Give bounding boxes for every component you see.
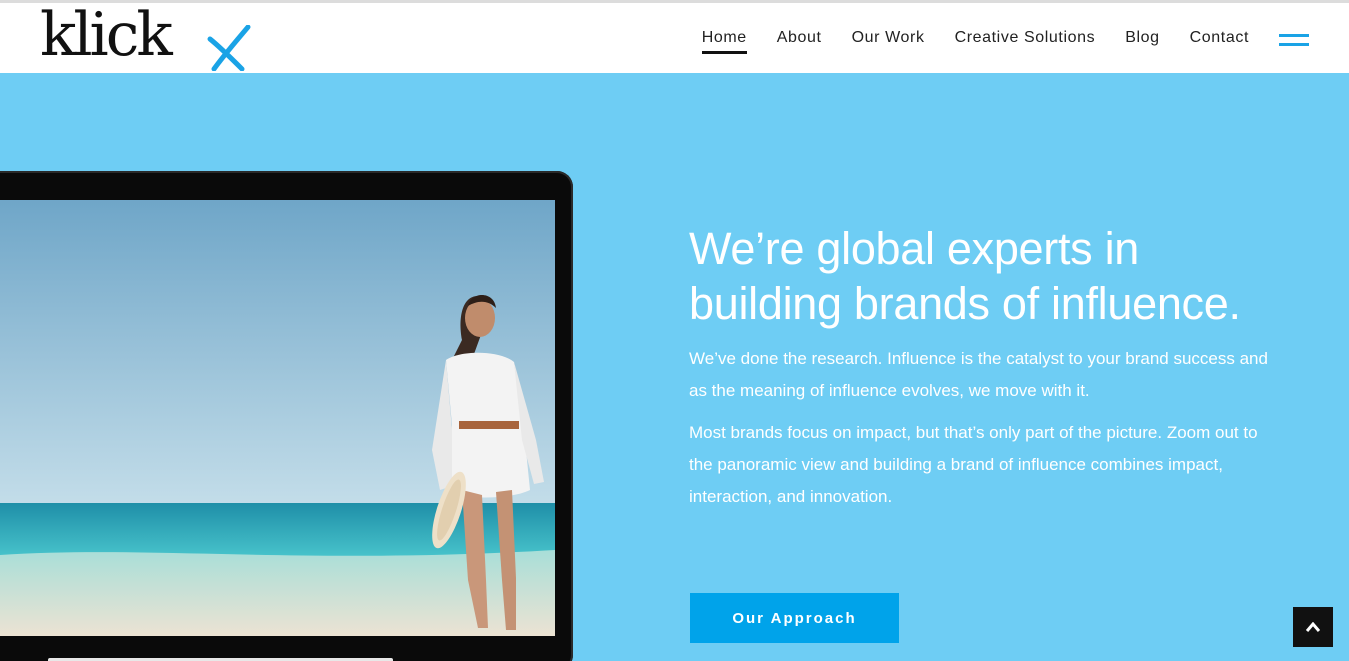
hero-paragraph-1: We’ve done the research. Influence is th…	[689, 349, 1268, 400]
nav-item-contact[interactable]: Contact	[1190, 29, 1249, 57]
main-nav: Home About Our Work Creative Solutions B…	[701, 29, 1249, 57]
scroll-to-top-button[interactable]	[1293, 607, 1333, 647]
beach-scene-image	[0, 200, 555, 636]
nav-item-blog[interactable]: Blog	[1125, 29, 1159, 57]
hero-headline: We’re global experts in building brands …	[689, 223, 1241, 329]
nav-item-our-work[interactable]: Our Work	[852, 29, 925, 57]
hamburger-line	[1279, 34, 1309, 37]
laptop-beach-woman-photo	[0, 200, 555, 636]
site-header: klick Home About Our Work Creative Solut…	[0, 0, 1349, 73]
logo-wordmark: klick	[40, 0, 173, 70]
our-approach-button[interactable]: Our Approach	[690, 593, 899, 643]
hero-paragraph-2: Most brands focus on impact, but that’s …	[689, 423, 1258, 506]
chevron-up-icon	[1306, 622, 1320, 632]
nav-item-creative-solutions[interactable]: Creative Solutions	[955, 29, 1096, 57]
hamburger-line	[1279, 43, 1309, 46]
hamburger-icon[interactable]	[1279, 34, 1309, 48]
x-mark-logo-icon	[207, 25, 251, 71]
nav-item-home[interactable]: Home	[701, 29, 747, 57]
hero-text-block: We’re global experts in building brands …	[689, 221, 1289, 513]
klickx-logo[interactable]: klick	[40, 0, 255, 71]
hero-section: We’re global experts in building brands …	[0, 73, 1349, 661]
laptop-frame	[0, 171, 573, 661]
nav-item-about[interactable]: About	[777, 29, 822, 57]
